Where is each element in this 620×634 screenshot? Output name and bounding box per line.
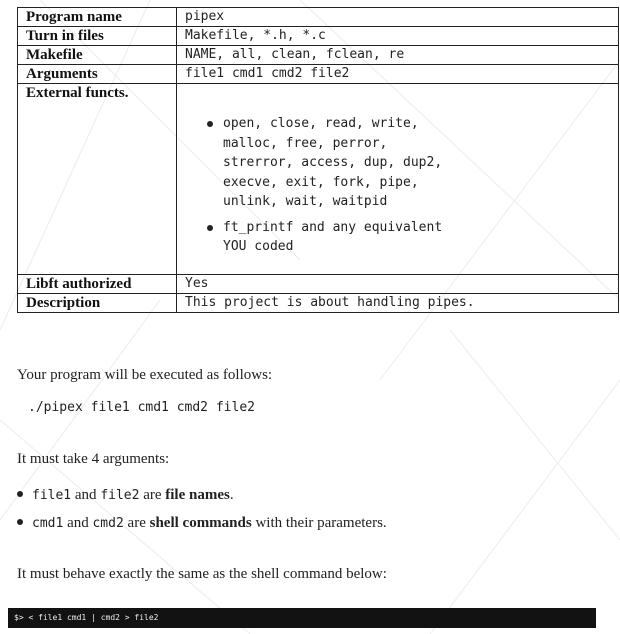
arguments-value: file1 cmd1 cmd2 file2	[176, 64, 619, 84]
table-row: Program name pipex	[17, 7, 619, 27]
terminal-command-block: $> < file1 cmd1 | cmd2 > file2	[8, 608, 596, 628]
bullet-icon	[207, 121, 213, 127]
arguments-intro: It must take 4 arguments:	[17, 451, 170, 467]
turn-in-files-value: Makefile, *.h, *.c	[176, 26, 619, 46]
file2-code: file2	[100, 488, 140, 503]
arguments-label: Arguments	[17, 64, 177, 84]
text: and	[71, 487, 101, 503]
libft-authorized-value: Yes	[176, 274, 619, 294]
makefile-value: NAME, all, clean, fclean, re	[176, 45, 619, 65]
list-item: ft_printf and any equivalent YOU coded	[185, 218, 610, 257]
cmd1-code: cmd1	[32, 516, 64, 531]
usage-command: ./pipex file1 cmd1 cmd2 file2	[28, 400, 255, 415]
table-row: Description This project is about handli…	[17, 293, 619, 313]
program-name-label: Program name	[17, 7, 177, 27]
text: are	[139, 487, 166, 503]
list-item: open, close, read, write, malloc, free, …	[185, 114, 610, 212]
table-row: Libft authorized Yes	[17, 274, 619, 294]
shell-commands-bold: shell commands	[149, 515, 252, 531]
program-name-value: pipex	[176, 7, 619, 27]
execution-intro: Your program will be executed as follows…	[17, 367, 273, 383]
text: with their parameters.	[251, 515, 387, 531]
external-functs-label: External functs.	[17, 83, 177, 275]
external-functs-list: open, close, read, write, malloc, free, …	[185, 114, 610, 257]
libft-authorized-label: Libft authorized	[17, 274, 177, 294]
makefile-label: Makefile	[17, 45, 177, 65]
external-functs-value: open, close, read, write, malloc, free, …	[176, 83, 619, 275]
bullet-icon	[17, 491, 23, 497]
allowed-functions-text: open, close, read, write, malloc, free, …	[223, 116, 443, 209]
table-row: Turn in files Makefile, *.h, *.c	[17, 26, 619, 46]
description-value: This project is about handling pipes.	[176, 293, 619, 313]
table-row: Makefile NAME, all, clean, fclean, re	[17, 45, 619, 65]
description-label: Description	[17, 293, 177, 313]
text: and	[63, 515, 93, 531]
text: .	[229, 487, 234, 503]
cmd2-code: cmd2	[92, 516, 124, 531]
text: are	[123, 515, 150, 531]
turn-in-files-label: Turn in files	[17, 26, 177, 46]
bullet-icon	[207, 224, 213, 231]
ft-printf-text: ft_printf and any equivalent YOU coded	[223, 219, 443, 255]
file1-code: file1	[32, 488, 72, 503]
behave-intro: It must behave exactly the same as the s…	[17, 566, 387, 582]
table-row: External functs. open, close, read, writ…	[17, 83, 619, 275]
list-item: file1 and file2 are file names.	[17, 487, 234, 504]
bullet-icon	[17, 519, 23, 525]
table-row: Arguments file1 cmd1 cmd2 file2	[17, 64, 619, 84]
list-item: cmd1 and cmd2 are shell commands with th…	[17, 515, 387, 532]
project-spec-table: Program name pipex Turn in files Makefil…	[17, 7, 619, 313]
file-names-bold: file names	[165, 487, 230, 503]
